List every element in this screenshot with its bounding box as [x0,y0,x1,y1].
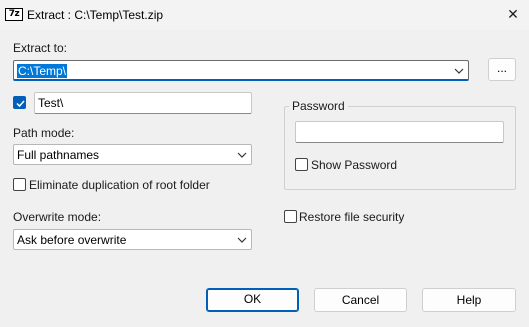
title-bar: 7z Extract : C:\Temp\Test.zip ✕ [0,0,529,30]
close-icon[interactable]: ✕ [504,5,522,23]
extract-to-label: Extract to: [13,41,68,55]
app-7zip-icon: 7z [5,8,23,21]
eliminate-duplication-label: Eliminate duplication of root folder [29,178,210,192]
show-password-label: Show Password [311,158,398,172]
extract-to-combo[interactable]: C:\Temp\ [13,60,469,81]
overwrite-mode-select[interactable]: Ask before overwrite [13,229,252,250]
subfolder-checkbox[interactable] [13,96,26,109]
cancel-button[interactable]: Cancel [314,288,407,312]
restore-security-label: Restore file security [299,210,405,224]
chevron-down-icon [237,152,247,158]
overwrite-mode-label: Overwrite mode: [13,210,102,224]
path-mode-select[interactable]: Full pathnames [13,144,252,165]
chevron-down-icon [237,237,247,243]
extract-to-value: C:\Temp\ [17,64,68,78]
password-group-title: Password [289,99,348,113]
restore-security-checkbox[interactable] [284,210,297,223]
overwrite-mode-value: Ask before overwrite [17,233,127,247]
path-mode-value: Full pathnames [17,148,100,162]
eliminate-duplication-checkbox[interactable] [13,178,26,191]
password-input[interactable] [295,121,504,143]
chevron-down-icon [454,68,464,74]
subfolder-name-input[interactable]: Test\ [34,92,252,114]
ok-button[interactable]: OK [206,288,299,312]
window-title: Extract : C:\Temp\Test.zip [27,8,164,22]
help-button[interactable]: Help [422,288,516,312]
show-password-checkbox[interactable] [295,158,308,171]
password-group [284,106,516,190]
browse-button[interactable]: ... [488,58,516,81]
path-mode-label: Path mode: [13,126,75,140]
checkmark-icon [16,100,25,108]
